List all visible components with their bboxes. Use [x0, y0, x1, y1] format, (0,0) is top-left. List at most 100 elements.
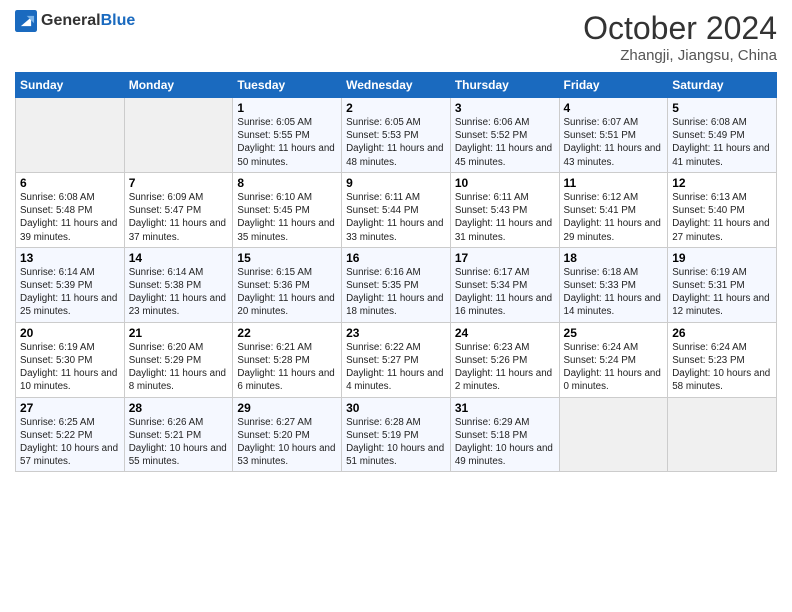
logo-general: GeneralBlue [41, 12, 135, 30]
day-info: Sunrise: 6:29 AMSunset: 5:18 PMDaylight:… [455, 416, 555, 469]
day-number: 30 [346, 401, 446, 415]
day-info: Sunrise: 6:23 AMSunset: 5:26 PMDaylight:… [455, 341, 555, 394]
calendar-cell: 18Sunrise: 6:18 AMSunset: 5:33 PMDayligh… [559, 247, 668, 322]
day-info: Sunrise: 6:05 AMSunset: 5:55 PMDaylight:… [237, 116, 337, 169]
day-number: 10 [455, 176, 555, 190]
calendar-cell: 4Sunrise: 6:07 AMSunset: 5:51 PMDaylight… [559, 98, 668, 173]
calendar-cell: 15Sunrise: 6:15 AMSunset: 5:36 PMDayligh… [233, 247, 342, 322]
calendar-cell: 16Sunrise: 6:16 AMSunset: 5:35 PMDayligh… [342, 247, 451, 322]
day-number: 8 [237, 176, 337, 190]
calendar-subtitle: Zhangji, Jiangsu, China [583, 47, 777, 64]
weekday-header-monday: Monday [124, 73, 233, 98]
calendar-cell: 8Sunrise: 6:10 AMSunset: 5:45 PMDaylight… [233, 172, 342, 247]
day-number: 17 [455, 251, 555, 265]
calendar-cell: 14Sunrise: 6:14 AMSunset: 5:38 PMDayligh… [124, 247, 233, 322]
calendar-cell: 24Sunrise: 6:23 AMSunset: 5:26 PMDayligh… [450, 322, 559, 397]
calendar-cell [16, 98, 125, 173]
day-info: Sunrise: 6:12 AMSunset: 5:41 PMDaylight:… [564, 191, 664, 244]
day-number: 31 [455, 401, 555, 415]
day-number: 25 [564, 326, 664, 340]
day-number: 3 [455, 101, 555, 115]
day-info: Sunrise: 6:16 AMSunset: 5:35 PMDaylight:… [346, 266, 446, 319]
day-number: 21 [129, 326, 229, 340]
calendar-cell: 22Sunrise: 6:21 AMSunset: 5:28 PMDayligh… [233, 322, 342, 397]
calendar-week-1: 1Sunrise: 6:05 AMSunset: 5:55 PMDaylight… [16, 98, 777, 173]
day-info: Sunrise: 6:24 AMSunset: 5:24 PMDaylight:… [564, 341, 664, 394]
weekday-header-tuesday: Tuesday [233, 73, 342, 98]
calendar-cell: 3Sunrise: 6:06 AMSunset: 5:52 PMDaylight… [450, 98, 559, 173]
day-info: Sunrise: 6:18 AMSunset: 5:33 PMDaylight:… [564, 266, 664, 319]
calendar-cell: 6Sunrise: 6:08 AMSunset: 5:48 PMDaylight… [16, 172, 125, 247]
day-info: Sunrise: 6:22 AMSunset: 5:27 PMDaylight:… [346, 341, 446, 394]
day-number: 2 [346, 101, 446, 115]
day-number: 18 [564, 251, 664, 265]
calendar-week-3: 13Sunrise: 6:14 AMSunset: 5:39 PMDayligh… [16, 247, 777, 322]
calendar-cell: 30Sunrise: 6:28 AMSunset: 5:19 PMDayligh… [342, 397, 451, 472]
day-number: 26 [672, 326, 772, 340]
day-info: Sunrise: 6:17 AMSunset: 5:34 PMDaylight:… [455, 266, 555, 319]
day-info: Sunrise: 6:19 AMSunset: 5:30 PMDaylight:… [20, 341, 120, 394]
logo-icon [15, 10, 37, 32]
calendar-cell: 19Sunrise: 6:19 AMSunset: 5:31 PMDayligh… [668, 247, 777, 322]
day-number: 4 [564, 101, 664, 115]
calendar-week-2: 6Sunrise: 6:08 AMSunset: 5:48 PMDaylight… [16, 172, 777, 247]
day-number: 23 [346, 326, 446, 340]
calendar-cell: 11Sunrise: 6:12 AMSunset: 5:41 PMDayligh… [559, 172, 668, 247]
day-number: 9 [346, 176, 446, 190]
day-info: Sunrise: 6:10 AMSunset: 5:45 PMDaylight:… [237, 191, 337, 244]
day-info: Sunrise: 6:27 AMSunset: 5:20 PMDaylight:… [237, 416, 337, 469]
calendar-cell [559, 397, 668, 472]
day-number: 19 [672, 251, 772, 265]
day-info: Sunrise: 6:06 AMSunset: 5:52 PMDaylight:… [455, 116, 555, 169]
day-number: 11 [564, 176, 664, 190]
day-number: 28 [129, 401, 229, 415]
calendar-cell: 21Sunrise: 6:20 AMSunset: 5:29 PMDayligh… [124, 322, 233, 397]
day-number: 14 [129, 251, 229, 265]
day-info: Sunrise: 6:11 AMSunset: 5:43 PMDaylight:… [455, 191, 555, 244]
calendar-cell: 29Sunrise: 6:27 AMSunset: 5:20 PMDayligh… [233, 397, 342, 472]
day-number: 20 [20, 326, 120, 340]
weekday-header-row: SundayMondayTuesdayWednesdayThursdayFrid… [16, 73, 777, 98]
day-info: Sunrise: 6:20 AMSunset: 5:29 PMDaylight:… [129, 341, 229, 394]
day-number: 24 [455, 326, 555, 340]
calendar-cell [668, 397, 777, 472]
day-info: Sunrise: 6:15 AMSunset: 5:36 PMDaylight:… [237, 266, 337, 319]
day-number: 15 [237, 251, 337, 265]
calendar-week-5: 27Sunrise: 6:25 AMSunset: 5:22 PMDayligh… [16, 397, 777, 472]
weekday-header-friday: Friday [559, 73, 668, 98]
day-info: Sunrise: 6:11 AMSunset: 5:44 PMDaylight:… [346, 191, 446, 244]
calendar-cell: 2Sunrise: 6:05 AMSunset: 5:53 PMDaylight… [342, 98, 451, 173]
calendar-cell: 10Sunrise: 6:11 AMSunset: 5:43 PMDayligh… [450, 172, 559, 247]
calendar-cell: 17Sunrise: 6:17 AMSunset: 5:34 PMDayligh… [450, 247, 559, 322]
weekday-header-wednesday: Wednesday [342, 73, 451, 98]
logo: GeneralBlue [15, 10, 135, 32]
day-number: 29 [237, 401, 337, 415]
calendar-cell: 1Sunrise: 6:05 AMSunset: 5:55 PMDaylight… [233, 98, 342, 173]
calendar-cell: 31Sunrise: 6:29 AMSunset: 5:18 PMDayligh… [450, 397, 559, 472]
calendar-cell: 9Sunrise: 6:11 AMSunset: 5:44 PMDaylight… [342, 172, 451, 247]
day-number: 7 [129, 176, 229, 190]
day-info: Sunrise: 6:26 AMSunset: 5:21 PMDaylight:… [129, 416, 229, 469]
day-number: 5 [672, 101, 772, 115]
calendar-cell: 20Sunrise: 6:19 AMSunset: 5:30 PMDayligh… [16, 322, 125, 397]
day-info: Sunrise: 6:13 AMSunset: 5:40 PMDaylight:… [672, 191, 772, 244]
day-number: 27 [20, 401, 120, 415]
day-info: Sunrise: 6:28 AMSunset: 5:19 PMDaylight:… [346, 416, 446, 469]
calendar-cell: 26Sunrise: 6:24 AMSunset: 5:23 PMDayligh… [668, 322, 777, 397]
weekday-header-saturday: Saturday [668, 73, 777, 98]
day-number: 16 [346, 251, 446, 265]
day-number: 1 [237, 101, 337, 115]
day-info: Sunrise: 6:21 AMSunset: 5:28 PMDaylight:… [237, 341, 337, 394]
page-header: GeneralBlue October 2024 Zhangji, Jiangs… [15, 10, 777, 64]
day-info: Sunrise: 6:09 AMSunset: 5:47 PMDaylight:… [129, 191, 229, 244]
day-info: Sunrise: 6:07 AMSunset: 5:51 PMDaylight:… [564, 116, 664, 169]
calendar-cell: 12Sunrise: 6:13 AMSunset: 5:40 PMDayligh… [668, 172, 777, 247]
day-info: Sunrise: 6:08 AMSunset: 5:49 PMDaylight:… [672, 116, 772, 169]
calendar-cell [124, 98, 233, 173]
calendar-cell: 13Sunrise: 6:14 AMSunset: 5:39 PMDayligh… [16, 247, 125, 322]
day-number: 13 [20, 251, 120, 265]
calendar-cell: 23Sunrise: 6:22 AMSunset: 5:27 PMDayligh… [342, 322, 451, 397]
calendar-table: SundayMondayTuesdayWednesdayThursdayFrid… [15, 72, 777, 472]
calendar-cell: 7Sunrise: 6:09 AMSunset: 5:47 PMDaylight… [124, 172, 233, 247]
calendar-week-4: 20Sunrise: 6:19 AMSunset: 5:30 PMDayligh… [16, 322, 777, 397]
